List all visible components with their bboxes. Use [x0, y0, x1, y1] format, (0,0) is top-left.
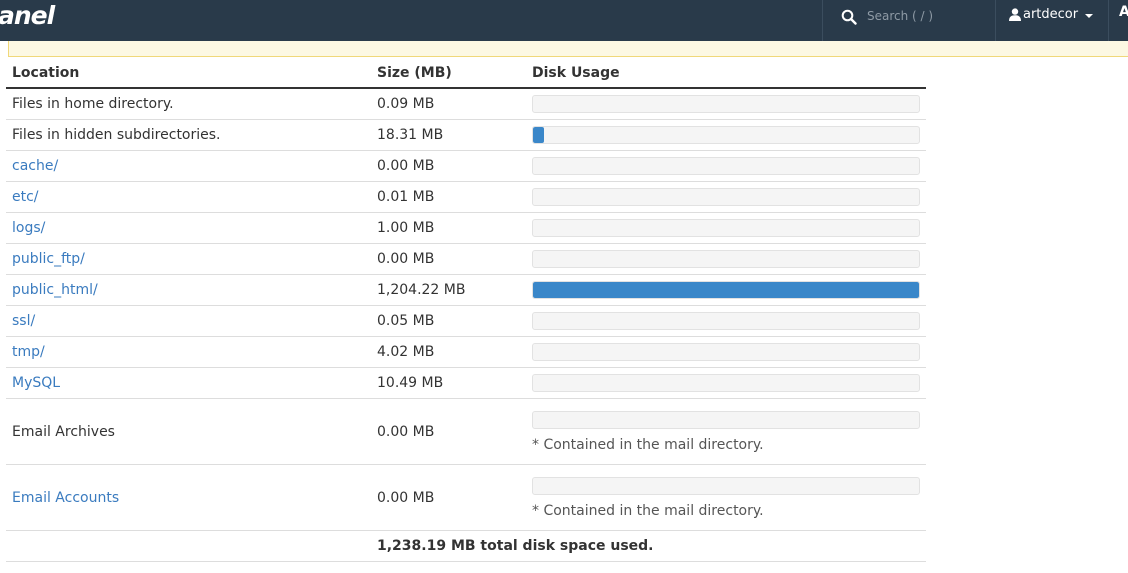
- disk-usage-cell: * Contained in the mail directory.: [526, 398, 926, 465]
- usage-note: * Contained in the mail directory.: [532, 436, 764, 453]
- disk-usage-cell: * Contained in the mail directory.: [526, 464, 926, 531]
- usage-progress-bar: [532, 157, 920, 175]
- location-link[interactable]: etc/: [12, 189, 39, 205]
- location-cell: tmp/: [6, 336, 371, 368]
- location-link[interactable]: cache/: [12, 158, 58, 174]
- location-label: Files in home directory.: [12, 96, 174, 112]
- location-cell: Files in home directory.: [6, 88, 371, 120]
- location-cell: Email Archives: [6, 398, 371, 465]
- search-box[interactable]: [822, 0, 996, 41]
- size-cell: 4.02 MB: [371, 336, 526, 368]
- disk-usage-cell: [526, 305, 926, 337]
- header-disk-usage[interactable]: Disk Usage: [526, 58, 926, 89]
- cpanel-logo[interactable]: anel: [0, 1, 55, 31]
- table-row: cache/0.00 MB: [6, 150, 926, 182]
- usage-progress-bar: [532, 281, 920, 299]
- table-row: Email Accounts 0.00 MB * Contained in the …: [6, 464, 926, 531]
- location-cell: public_html/: [6, 274, 371, 306]
- size-cell: 0.05 MB: [371, 305, 526, 337]
- usage-progress-bar: [532, 250, 920, 268]
- notice-banner: [8, 41, 1128, 57]
- table-row: public_ftp/0.00 MB: [6, 243, 926, 275]
- header-location[interactable]: Location: [6, 58, 371, 89]
- disk-usage-table: Location Size (MB) Disk Usage Files in h…: [6, 58, 926, 562]
- location-cell: Email Accounts: [6, 464, 371, 531]
- disk-usage-cell: [526, 181, 926, 213]
- location-cell: ssl/: [6, 305, 371, 337]
- size-cell: 10.49 MB: [371, 367, 526, 399]
- usage-progress-fill: [533, 282, 919, 298]
- top-navbar: anel artdecor A: [0, 0, 1128, 41]
- location-label: Files in hidden subdirectories.: [12, 127, 221, 143]
- table-row: Email Archives 0.00 MB * Contained in the …: [6, 398, 926, 465]
- table-row: etc/0.01 MB: [6, 181, 926, 213]
- total-disk-space: 1,238.19 MB total disk space used.: [371, 530, 926, 562]
- size-cell: 0.00 MB: [371, 398, 526, 465]
- table-row: Files in hidden subdirectories. 18.31 MB: [6, 119, 926, 151]
- disk-usage-cell: [526, 212, 926, 244]
- table-row: ssl/0.05 MB: [6, 305, 926, 337]
- disk-usage-cell: [526, 367, 926, 399]
- usage-progress-bar: [532, 126, 920, 144]
- location-cell: MySQL: [6, 367, 371, 399]
- edge-menu-glyph[interactable]: A: [1119, 4, 1128, 20]
- usage-progress-bar: [532, 476, 920, 495]
- disk-usage-cell: [526, 119, 926, 151]
- chevron-down-icon: [1085, 14, 1093, 18]
- location-link[interactable]: Email Accounts: [12, 490, 119, 506]
- table-row: tmp/4.02 MB: [6, 336, 926, 368]
- location-cell: Files in hidden subdirectories.: [6, 119, 371, 151]
- header-size[interactable]: Size (MB): [371, 58, 526, 89]
- usage-progress-bar: [532, 343, 920, 361]
- location-cell: cache/: [6, 150, 371, 182]
- total-row: 1,238.19 MB total disk space used.: [6, 530, 926, 562]
- size-cell: 0.01 MB: [371, 181, 526, 213]
- location-link[interactable]: MySQL: [12, 375, 60, 391]
- table-header-row: Location Size (MB) Disk Usage: [6, 58, 926, 89]
- location-link[interactable]: logs/: [12, 220, 45, 236]
- size-cell: 0.00 MB: [371, 150, 526, 182]
- user-menu[interactable]: artdecor: [997, 0, 1109, 41]
- size-cell: 0.09 MB: [371, 88, 526, 120]
- location-cell: logs/: [6, 212, 371, 244]
- size-cell: 0.00 MB: [371, 464, 526, 531]
- location-link[interactable]: public_html/: [12, 282, 98, 298]
- usage-progress-fill: [533, 127, 544, 143]
- user-icon: [1009, 8, 1021, 21]
- disk-usage-cell: [526, 150, 926, 182]
- location-cell: etc/: [6, 181, 371, 213]
- table-row: logs/1.00 MB: [6, 212, 926, 244]
- search-input[interactable]: [867, 7, 987, 25]
- usage-progress-bar: [532, 410, 920, 429]
- table-row: public_html/1,204.22 MB: [6, 274, 926, 306]
- total-empty-cell: [6, 530, 371, 562]
- usage-progress-bar: [532, 312, 920, 330]
- location-label: Email Archives: [12, 423, 115, 440]
- search-icon[interactable]: [841, 9, 857, 25]
- usage-progress-bar: [532, 188, 920, 206]
- usage-progress-bar: [532, 95, 920, 113]
- username: artdecor: [1023, 7, 1079, 22]
- location-cell: public_ftp/: [6, 243, 371, 275]
- disk-usage-cell: [526, 243, 926, 275]
- table-row: Files in home directory. 0.09 MB: [6, 88, 926, 120]
- size-cell: 18.31 MB: [371, 119, 526, 151]
- disk-usage-cell: [526, 274, 926, 306]
- size-cell: 0.00 MB: [371, 243, 526, 275]
- disk-usage-cell: [526, 336, 926, 368]
- usage-progress-bar: [532, 219, 920, 237]
- disk-usage-cell: [526, 88, 926, 120]
- usage-note: * Contained in the mail directory.: [532, 502, 764, 519]
- usage-progress-bar: [532, 374, 920, 392]
- location-link[interactable]: public_ftp/: [12, 251, 85, 267]
- size-cell: 1,204.22 MB: [371, 274, 526, 306]
- location-link[interactable]: ssl/: [12, 313, 35, 329]
- table-row: MySQL 10.49 MB: [6, 367, 926, 399]
- location-link[interactable]: tmp/: [12, 344, 45, 360]
- size-cell: 1.00 MB: [371, 212, 526, 244]
